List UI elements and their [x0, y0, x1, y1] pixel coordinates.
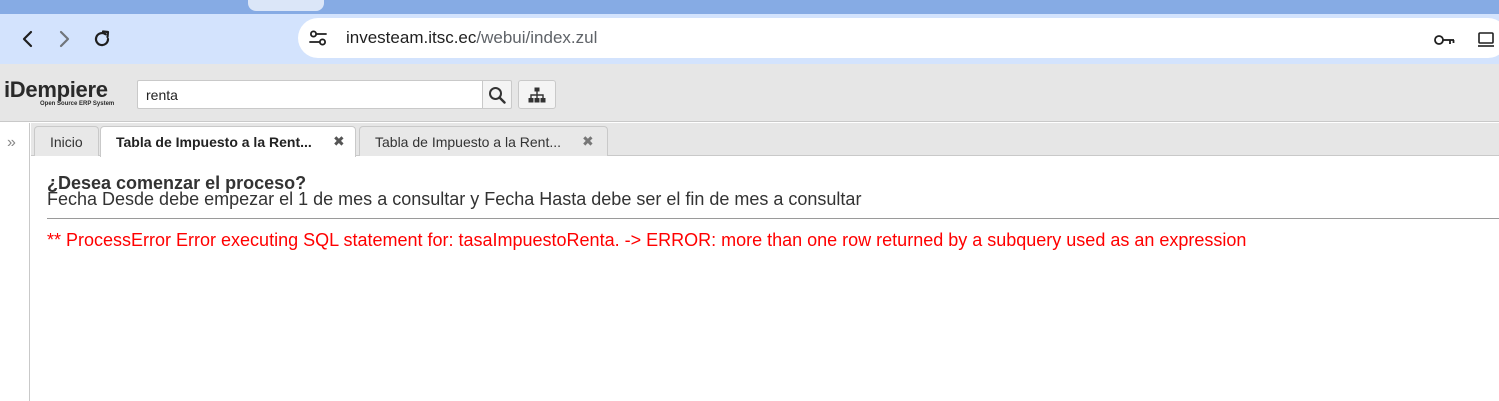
process-description: Fecha Desde debe empezar el 1 de mes a c… — [47, 189, 862, 209]
tab-label: Tabla de Impuesto a la Rent... — [116, 134, 312, 150]
sitemap-icon — [528, 87, 546, 102]
search-icon — [489, 86, 506, 104]
site-info-icon[interactable] — [308, 28, 328, 48]
url-host: investeam.itsc.ec — [346, 28, 477, 47]
url-path: /webui/index.zul — [476, 28, 598, 47]
browser-active-tab[interactable] — [248, 0, 324, 11]
forward-icon — [59, 30, 70, 48]
tab-inicio[interactable]: Inicio — [34, 126, 99, 156]
close-tab-icon[interactable]: ✖ — [582, 127, 594, 155]
tab-tabla-impuesto-renta[interactable]: Tabla de Impuesto a la Rent... ✖ — [359, 126, 608, 156]
browser-toolbar: investeam.itsc.ec/webui/index.zul — [0, 14, 1499, 64]
tab-label: Tabla de Impuesto a la Rent... — [375, 134, 561, 150]
forward-button[interactable] — [50, 24, 78, 54]
west-panel-collapsed: » — [0, 123, 30, 401]
process-error-message: ** ProcessError Error executing SQL stat… — [47, 230, 1247, 250]
address-url[interactable]: investeam.itsc.ec/webui/index.zul — [346, 28, 597, 48]
browser-tab-strip — [0, 0, 1499, 14]
tab-label: Inicio — [50, 134, 83, 150]
menu-search-field[interactable] — [137, 80, 483, 109]
logo-subtext: Open Source ERP System — [40, 101, 115, 107]
window-tabs: Inicio Tabla de Impuesto a la Rent... ✖ … — [31, 123, 1499, 157]
expand-panel-icon[interactable]: » — [7, 135, 16, 151]
back-icon — [22, 30, 33, 48]
install-app-icon[interactable] — [1478, 30, 1499, 50]
divider — [47, 218, 1499, 219]
search-button[interactable] — [482, 80, 512, 109]
reload-button[interactable] — [88, 24, 116, 54]
close-tab-icon[interactable]: ✖ — [333, 127, 345, 155]
reload-icon — [94, 30, 110, 47]
logo-text: iDempiere — [4, 77, 108, 102]
menu-tree-button[interactable] — [518, 80, 556, 109]
address-bar[interactable]: investeam.itsc.ec/webui/index.zul — [298, 18, 1499, 58]
process-dialog-content: ¿Desea comenzar el proceso? Fecha Desde … — [31, 157, 1499, 401]
idempiere-logo[interactable]: iDempiere Open Source ERP System — [4, 79, 132, 109]
password-key-icon[interactable] — [1434, 30, 1456, 50]
back-button[interactable] — [14, 24, 42, 54]
tab-tabla-impuesto-renta-active[interactable]: Tabla de Impuesto a la Rent... ✖ — [100, 126, 356, 157]
menu-search-input[interactable] — [138, 81, 482, 108]
app-header: iDempiere Open Source ERP System — [0, 64, 1499, 122]
